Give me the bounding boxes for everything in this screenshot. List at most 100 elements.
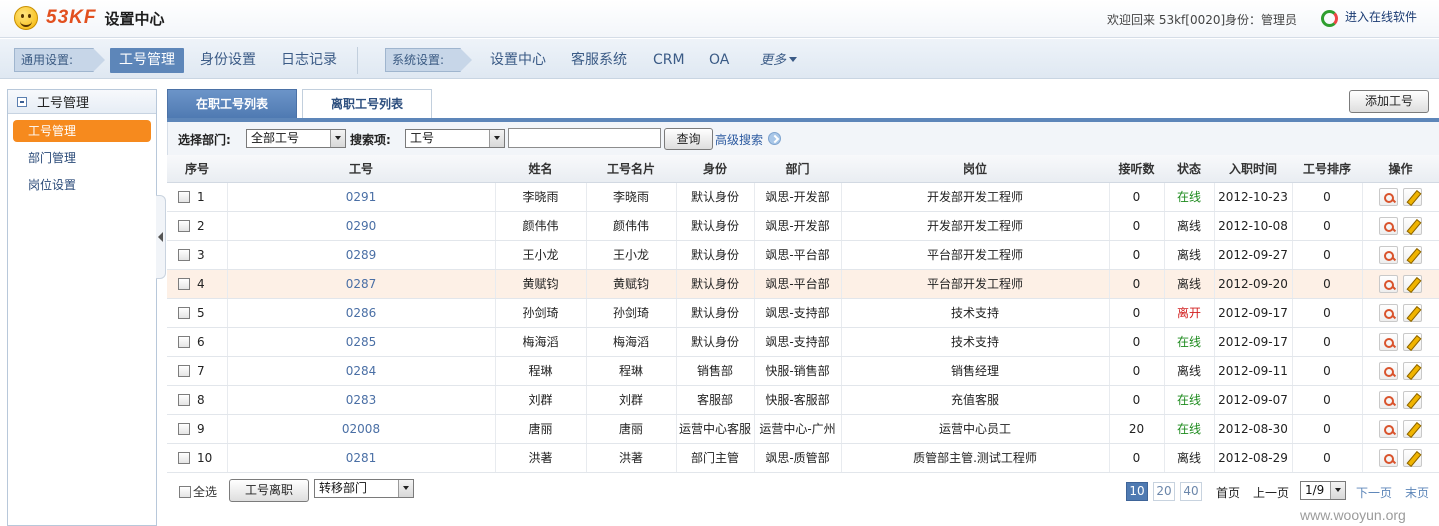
nav-item-service-system[interactable]: 客服系统 [571,48,627,73]
account-id-link[interactable]: 0290 [346,219,377,233]
account-id-link[interactable]: 0285 [346,335,377,349]
edit-pencil-icon[interactable] [1403,274,1422,293]
cell-id[interactable]: 0284 [227,356,496,386]
first-page-link[interactable]: 首页 [1216,484,1240,501]
view-magnifier-icon[interactable] [1379,245,1398,264]
view-magnifier-icon[interactable] [1379,216,1398,235]
edit-pencil-icon[interactable] [1403,216,1422,235]
cell-id[interactable]: 0286 [227,298,496,328]
page-select[interactable]: 1/9 [1300,481,1346,500]
account-id-link[interactable]: 0283 [346,393,377,407]
search-field-select[interactable]: 工号 [405,129,505,148]
table-row[interactable]: 8 0283 刘群 刘群 客服部 快服-客服部 充值客服 0 在线 2012-09-07 0 [167,385,1439,415]
cell-id[interactable]: 0290 [227,211,496,241]
row-checkbox[interactable] [178,219,190,232]
row-checkbox[interactable] [178,190,190,203]
expand-down-icon[interactable] [768,132,781,145]
row-checkbox[interactable] [178,364,190,377]
query-button[interactable]: 查询 [664,128,713,150]
view-magnifier-icon[interactable] [1379,274,1398,293]
account-id-link[interactable]: 0281 [346,451,377,465]
last-page-link[interactable]: 末页 [1405,484,1429,501]
tab-departed-accounts[interactable]: 离职工号列表 [302,89,432,118]
table-row[interactable]: 1 0291 李晓雨 李晓雨 默认身份 飒思-开发部 开发部开发工程师 0 在线 2012-10-… [167,182,1439,212]
col-header-card: 工号名片 [586,155,676,183]
cell-id[interactable]: 0289 [227,240,496,270]
sidebar-item-account-management[interactable]: 工号管理 [13,120,151,142]
select-all-checkbox[interactable] [179,486,191,498]
cell-id[interactable]: 0291 [227,182,496,212]
table-row[interactable]: 2 0290 颜伟伟 颜伟伟 默认身份 飒思-开发部 开发部开发工程师 0 离线 2012-10-… [167,211,1439,241]
view-magnifier-icon[interactable] [1379,390,1398,409]
view-magnifier-icon[interactable] [1379,332,1398,351]
row-checkbox[interactable] [178,393,190,406]
account-id-link[interactable]: 0284 [346,364,377,378]
tab-active-accounts[interactable]: 在职工号列表 [167,89,297,118]
account-leave-button[interactable]: 工号离职 [229,479,309,502]
edit-pencil-icon[interactable] [1403,187,1422,206]
collapse-minus-icon[interactable] [17,96,27,107]
select-all[interactable]: 全选 [179,483,217,500]
nav-item-crm[interactable]: CRM [653,48,685,73]
sidebar-header[interactable]: 工号管理 [8,90,156,114]
enter-online-software-button[interactable]: 进入在线软件 [1320,8,1417,27]
add-account-button[interactable]: 添加工号 [1349,90,1429,113]
table-row[interactable]: 3 0289 王小龙 王小龙 默认身份 飒思-平台部 平台部开发工程师 0 离线 2012-09-… [167,240,1439,270]
next-page-link[interactable]: 下一页 [1356,484,1392,501]
row-checkbox[interactable] [178,335,190,348]
cell-id[interactable]: 0281 [227,443,496,473]
view-magnifier-icon[interactable] [1379,303,1398,322]
row-checkbox[interactable] [178,248,190,261]
cell-id[interactable]: 02008 [227,414,496,444]
transfer-dept-select[interactable]: 转移部门 [314,479,414,498]
view-magnifier-icon[interactable] [1379,187,1398,206]
edit-pencil-icon[interactable] [1403,245,1422,264]
status-badge: 离线 [1176,277,1201,291]
nav-item-account-management[interactable]: 工号管理 [110,48,184,73]
edit-pencil-icon[interactable] [1403,448,1422,467]
row-checkbox[interactable] [178,277,190,290]
cell-seq: 8 [167,385,228,415]
cell-id[interactable]: 0287 [227,269,496,299]
table-row[interactable]: 9 02008 唐丽 唐丽 运营中心客服 运营中心-广州 运营中心员工 20 在线 2012-08… [167,414,1439,444]
nav-item-settings-center[interactable]: 设置中心 [490,48,546,73]
edit-pencil-icon[interactable] [1403,303,1422,322]
nav-item-oa[interactable]: OA [709,48,729,73]
search-input[interactable] [508,128,661,148]
account-id-link[interactable]: 0291 [346,190,377,204]
row-seq: 10 [197,450,213,465]
edit-pencil-icon[interactable] [1403,419,1422,438]
prev-page-link[interactable]: 上一页 [1253,484,1289,501]
view-magnifier-icon[interactable] [1379,448,1398,467]
row-checkbox[interactable] [178,451,190,464]
table-row[interactable]: 7 0284 程琳 程琳 销售部 快服-销售部 销售经理 0 离线 2012-09-11 0 [167,356,1439,386]
row-checkbox[interactable] [178,306,190,319]
table-row[interactable]: 5 0286 孙剑琦 孙剑琦 默认身份 飒思-支持部 技术支持 0 离开 2012-09-17 0 [167,298,1439,328]
advanced-search-link[interactable]: 高级搜索 [715,131,763,148]
page-size-40[interactable]: 40 [1180,482,1202,501]
nav-item-role-settings[interactable]: 身份设置 [200,48,256,73]
page-size-10[interactable]: 10 [1126,482,1148,501]
account-id-link[interactable]: 0286 [346,306,377,320]
edit-pencil-icon[interactable] [1403,332,1422,351]
dept-select[interactable]: 全部工号 [246,129,346,148]
cell-id[interactable]: 0283 [227,385,496,415]
edit-pencil-icon[interactable] [1403,390,1422,409]
edit-pencil-icon[interactable] [1403,361,1422,380]
sidebar-collapse-handle[interactable] [156,195,166,279]
row-checkbox[interactable] [178,422,190,435]
account-id-link[interactable]: 02008 [342,422,380,436]
view-magnifier-icon[interactable] [1379,419,1398,438]
table-row[interactable]: 6 0285 梅海滔 梅海滔 默认身份 飒思-支持部 技术支持 0 在线 2012-09-17 0 [167,327,1439,357]
nav-item-more[interactable]: 更多 [760,48,798,73]
sidebar-item-post-settings[interactable]: 岗位设置 [13,174,151,196]
sidebar-item-department-management[interactable]: 部门管理 [13,147,151,169]
view-magnifier-icon[interactable] [1379,361,1398,380]
account-id-link[interactable]: 0289 [346,248,377,262]
cell-id[interactable]: 0285 [227,327,496,357]
table-row[interactable]: 4 0287 黄赋钧 黄赋钧 默认身份 飒思-平台部 平台部开发工程师 0 离线 2012-09-… [167,269,1439,299]
table-row[interactable]: 10 0281 洪著 洪著 部门主管 飒思-质管部 质管部主管.测试工程师 0 离线 2012-0… [167,443,1439,473]
nav-item-log-records[interactable]: 日志记录 [281,48,337,73]
account-id-link[interactable]: 0287 [346,277,377,291]
page-size-20[interactable]: 20 [1153,482,1175,501]
